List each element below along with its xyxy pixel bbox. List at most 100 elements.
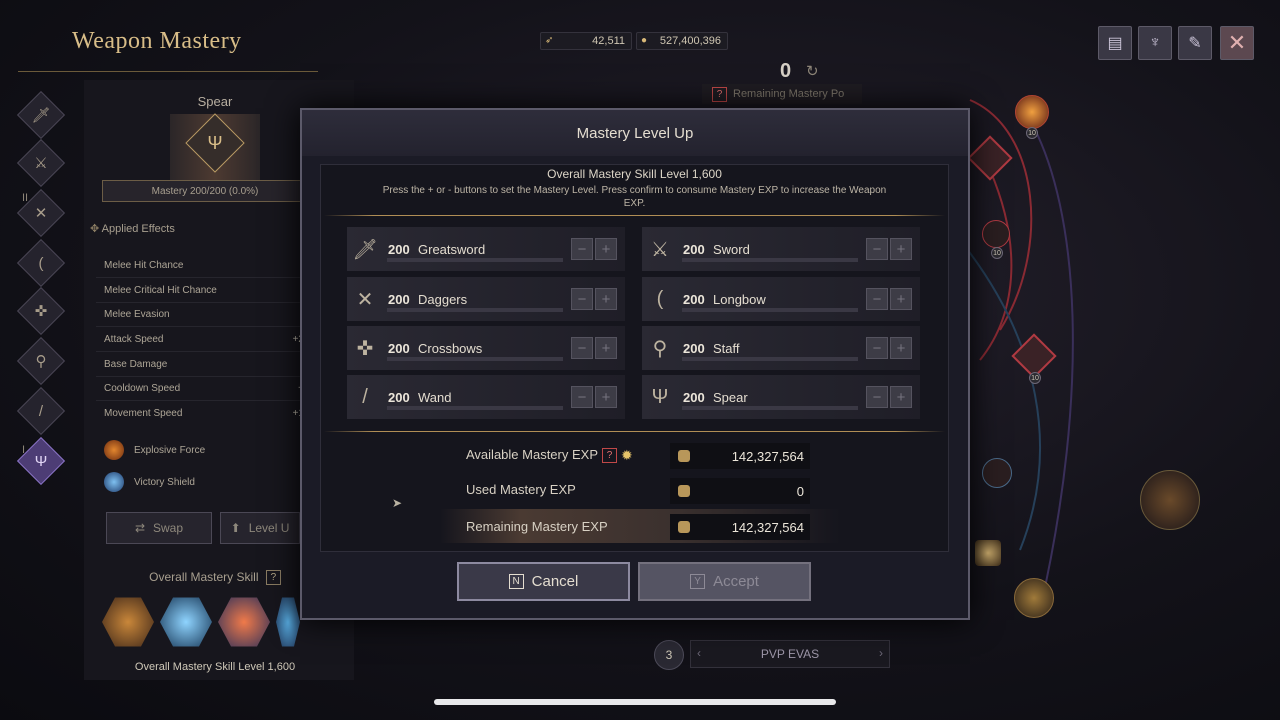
orb-node[interactable]	[1140, 470, 1200, 530]
swap-label: Swap	[153, 521, 184, 535]
plus-button[interactable]: +	[595, 238, 617, 260]
skill-node[interactable]	[1015, 95, 1049, 129]
help-icon[interactable]: ?	[602, 448, 617, 464]
divider	[324, 215, 945, 216]
skill-node[interactable]	[1014, 578, 1054, 618]
pointer-currency: ➶ 42,511	[540, 32, 632, 50]
coin-icon	[678, 521, 690, 533]
divider	[324, 431, 945, 432]
remaining-exp-value-box: 142,327,564	[670, 514, 810, 540]
weapon-exp-bar	[387, 308, 563, 312]
weapon-exp-bar	[682, 357, 858, 361]
spear-icon: Ψ	[34, 452, 48, 470]
crossbow-icon: ✜	[34, 303, 48, 320]
crossbow-icon: ✜	[356, 337, 374, 360]
weapon-name: Wand	[418, 389, 452, 405]
plus-button[interactable]: +	[890, 288, 912, 310]
weapon-level: 200	[683, 389, 705, 405]
overall-level-text: Overall Mastery Skill Level 1,600	[547, 167, 722, 181]
skill-node[interactable]	[982, 458, 1012, 488]
minus-button[interactable]: −	[866, 238, 888, 260]
buff-name: Victory Shield	[134, 476, 195, 488]
remaining-points-value: 0	[780, 60, 792, 82]
divider	[96, 376, 304, 377]
swap-button[interactable]: ⇄ Swap	[106, 512, 212, 544]
page-title: Weapon Mastery	[72, 28, 242, 54]
weapon-exp-bar	[682, 308, 858, 312]
instructions-text: Press the + or - buttons to set the Mast…	[382, 185, 887, 209]
refresh-icon[interactable]: ↻	[806, 62, 819, 80]
plus-button[interactable]: +	[890, 238, 912, 260]
effect-row: Base Damage	[104, 359, 304, 370]
accept-button[interactable]: Y Accept	[638, 562, 811, 601]
weapon-name: Staff	[713, 340, 740, 356]
weapon-name: Longbow	[713, 291, 766, 307]
effect-name: Melee Hit Chance	[104, 260, 184, 271]
cancel-button[interactable]: N Cancel	[457, 562, 630, 601]
divider	[96, 400, 304, 401]
applied-effects-header: ✥ Applied Effects	[90, 222, 175, 235]
key-hint: N	[508, 574, 524, 589]
skill-node[interactable]	[975, 540, 1001, 566]
weapon-row: ✜ 200 Crossbows − +	[347, 326, 625, 370]
minus-button[interactable]: −	[866, 288, 888, 310]
accept-label: Accept	[713, 573, 759, 590]
buff-row: Explosive Force	[104, 440, 205, 460]
home-indicator[interactable]	[434, 699, 836, 705]
weapon-exp-bar	[387, 406, 563, 410]
plus-button[interactable]: +	[595, 386, 617, 408]
plus-button[interactable]: +	[890, 337, 912, 359]
effect-row: Cooldown Speed+	[104, 383, 304, 394]
card-button[interactable]: ▤	[1098, 26, 1132, 60]
weapon-level: 200	[388, 389, 410, 405]
minus-button[interactable]: −	[866, 337, 888, 359]
chevron-left-icon[interactable]: ‹	[697, 646, 701, 660]
weapon-level: 200	[683, 340, 705, 356]
shrine-icon: ♆	[1149, 34, 1161, 51]
shrine-button[interactable]: ♆	[1138, 26, 1172, 60]
card-icon: ▤	[1107, 35, 1123, 52]
minus-button[interactable]: −	[571, 337, 593, 359]
minus-button[interactable]: −	[571, 386, 593, 408]
scroll-button[interactable]: ✎	[1178, 26, 1212, 60]
plus-button[interactable]: +	[890, 386, 912, 408]
weapon-level: 200	[683, 291, 705, 307]
remaining-points-label: Remaining Mastery Po	[733, 88, 845, 100]
skill-node[interactable]	[982, 220, 1010, 248]
minus-button[interactable]: −	[571, 288, 593, 310]
help-icon[interactable]: ?	[712, 86, 727, 102]
help-icon[interactable]: ?	[265, 570, 281, 586]
node-level: 10	[1029, 372, 1041, 384]
coin-icon	[678, 450, 690, 462]
daggers-icon: ✕	[356, 288, 374, 311]
available-exp-value-box: 142,327,564	[670, 443, 810, 469]
swap-icon: ⇄	[134, 521, 146, 535]
minus-button[interactable]: −	[866, 386, 888, 408]
weapon-name: Daggers	[418, 291, 468, 307]
gold-currency-value: 527,400,396	[659, 35, 721, 47]
close-button[interactable]: ✕	[1220, 26, 1254, 60]
effect-name: Base Damage	[104, 359, 168, 370]
chevron-right-icon[interactable]: ›	[879, 646, 883, 660]
weapon-row: ⚔ 200 Sword − +	[642, 227, 920, 271]
pointer-icon: ➶	[545, 35, 554, 46]
node-level: 10	[991, 247, 1003, 259]
minus-button[interactable]: −	[571, 238, 593, 260]
greatsword-icon: 🗡	[31, 107, 51, 124]
fleur-icon: ✥	[90, 223, 100, 235]
wand-icon: /	[38, 402, 44, 420]
plus-button[interactable]: +	[595, 337, 617, 359]
weapon-level: 200	[388, 241, 410, 257]
weapon-title: Spear	[197, 94, 233, 109]
weapon-row: Ψ 200 Spear − +	[642, 375, 920, 419]
explosive-force-icon	[104, 440, 124, 460]
effect-row: Attack Speed +2	[104, 334, 304, 345]
arrow-up-icon: ⬆	[230, 521, 241, 535]
weapon-name: Crossbows	[418, 340, 483, 356]
available-exp-value: 142,327,564	[731, 448, 804, 464]
plus-button[interactable]: +	[595, 288, 617, 310]
effect-name: Movement Speed	[104, 408, 183, 419]
spear-icon: Ψ	[651, 385, 669, 408]
level-up-button[interactable]: ⬆ Level U	[220, 512, 300, 544]
gold-currency: ● 527,400,396	[636, 32, 728, 50]
